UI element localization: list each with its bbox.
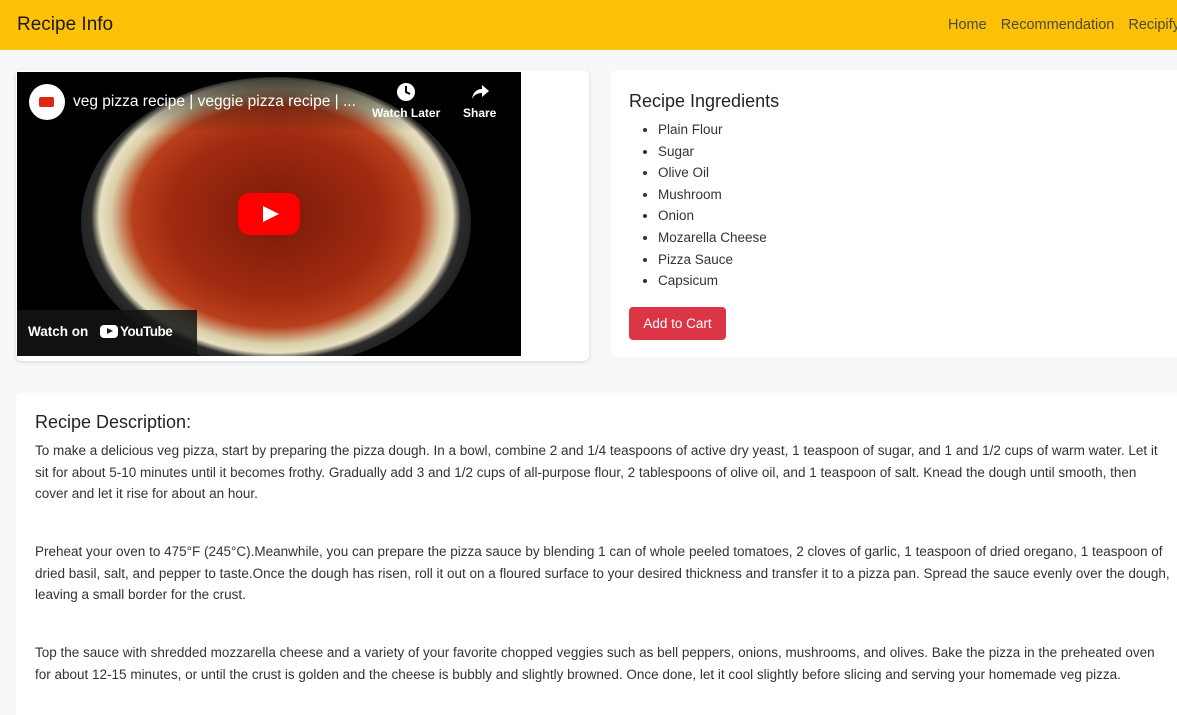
ingredients-title: Recipe Ingredients xyxy=(629,91,780,111)
clock-icon xyxy=(372,82,440,106)
watch-later-button[interactable]: Watch Later xyxy=(372,82,440,120)
share-label: Share xyxy=(463,106,497,120)
nav-link-home[interactable]: Home xyxy=(948,17,987,33)
ingredient-item: Plain Flour xyxy=(658,119,767,141)
description-title: Recipe Description: xyxy=(35,412,192,432)
description-paragraph: Top the sauce with shredded mozzarella c… xyxy=(35,645,1155,682)
channel-avatar-icon[interactable] xyxy=(29,84,65,120)
navbar-brand[interactable]: Recipe Info xyxy=(17,14,113,36)
ingredient-item: Onion xyxy=(658,205,767,227)
youtube-embed[interactable]: veg pizza recipe | veggie pizza recipe |… xyxy=(17,72,521,356)
watch-on-youtube-button[interactable]: Watch on YouTube xyxy=(17,310,197,356)
ingredient-item: Sugar xyxy=(658,141,767,163)
share-icon xyxy=(463,82,496,106)
nav-link-recommendation[interactable]: Recommendation xyxy=(1001,17,1115,33)
add-to-cart-button[interactable]: Add to Cart xyxy=(629,307,726,340)
play-icon[interactable] xyxy=(238,193,300,235)
video-card: veg pizza recipe | veggie pizza recipe |… xyxy=(16,70,589,361)
ingredient-item: Mozarella Cheese xyxy=(658,227,767,249)
ingredient-item: Pizza Sauce xyxy=(658,249,767,271)
nav-links: Home Recommendation Recipify xyxy=(948,17,1177,33)
ingredients-card: Recipe Ingredients Plain Flour Sugar Oli… xyxy=(611,70,1177,357)
nav-link-recipify[interactable]: Recipify xyxy=(1128,17,1177,33)
description-paragraph: Preheat your oven to 475°F (245°C).Meanw… xyxy=(35,544,1170,603)
watch-on-label: Watch on xyxy=(28,324,89,339)
description-card: Recipe Description: To make a delicious … xyxy=(16,393,1177,715)
description-paragraph: To make a delicious veg pizza, start by … xyxy=(35,443,1158,502)
ingredients-list: Plain Flour Sugar Olive Oil Mushroom Oni… xyxy=(658,119,767,292)
youtube-label: YouTube xyxy=(120,324,173,339)
navbar: Recipe Info Home Recommendation Recipify xyxy=(0,0,1177,50)
ingredient-item: Capsicum xyxy=(658,270,767,292)
youtube-logo-icon: YouTube xyxy=(100,324,173,339)
watch-later-label: Watch Later xyxy=(372,106,441,120)
ingredient-item: Olive Oil xyxy=(658,162,767,184)
share-button[interactable]: Share xyxy=(463,82,496,120)
ingredient-item: Mushroom xyxy=(658,184,767,206)
video-title[interactable]: veg pizza recipe | veggie pizza recipe |… xyxy=(73,93,356,111)
